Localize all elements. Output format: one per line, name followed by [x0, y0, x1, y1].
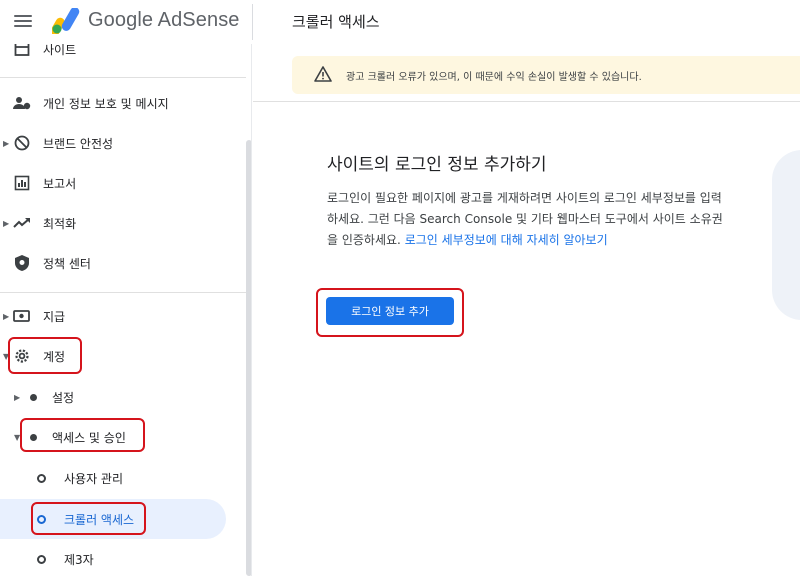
add-login-info-button[interactable]: 로그인 정보 추가 [326, 297, 454, 325]
sidebar-item-label: 정책 센터 [43, 256, 91, 271]
sidebar-item-payments[interactable]: ▶ 지급 [0, 296, 246, 336]
sidebar-item-label: 보고서 [43, 176, 77, 191]
sidebar-item-privacy[interactable]: 개인 정보 보호 및 메시지 [0, 83, 246, 123]
bar-chart-icon [13, 174, 31, 192]
highlight-box-account [8, 337, 82, 374]
sidebar-item-label: 제3자 [64, 552, 94, 567]
sidebar-scrollbar[interactable] [246, 140, 251, 576]
card-title: 사이트의 로그인 정보 추가하기 [327, 155, 547, 175]
trending-up-icon [13, 214, 31, 232]
warning-banner: 광고 크롤러 오류가 있으며, 이 때문에 수익 손실이 발생할 수 있습니다. [292, 56, 800, 94]
learn-more-link[interactable]: 로그인 세부정보에 대해 자세히 알아보기 [405, 233, 608, 247]
block-icon [13, 134, 31, 152]
brand-name: Google AdSense [88, 9, 240, 31]
content-divider [253, 101, 800, 102]
adsense-logo-icon [52, 8, 80, 34]
card-description: 로그인이 필요한 페이지에 광고를 게재하려면 사이트의 로그인 세부정보를 입… [327, 188, 727, 251]
payments-icon [13, 307, 31, 325]
highlight-box-access-auth [20, 418, 145, 452]
sidebar-item-optimization[interactable]: ▶ 최적화 [0, 203, 246, 243]
page-title: 크롤러 액세스 [292, 13, 380, 31]
sidebar-divider [0, 77, 246, 78]
bullet-ring-icon [37, 554, 46, 564]
sidebar-item-label: 최적화 [43, 216, 77, 231]
sidebar-item-label: 브랜드 안전성 [43, 136, 114, 151]
sidebar-item-sites[interactable]: 사이트 [0, 44, 246, 69]
bullet-ring-icon [37, 473, 46, 483]
warning-icon [314, 66, 332, 82]
sidebar-item-brand-safety[interactable]: ▶ 브랜드 안전성 [0, 123, 246, 163]
sidebar-item-label: 사이트 [43, 44, 77, 57]
expand-caret-icon[interactable]: ▶ [3, 312, 9, 321]
shield-icon [13, 254, 31, 272]
expand-caret-icon[interactable]: ▶ [3, 139, 9, 148]
bullet-icon [30, 393, 37, 401]
sidebar-item-label: 개인 정보 보호 및 메시지 [43, 96, 169, 111]
warning-text: 광고 크롤러 오류가 있으며, 이 때문에 수익 손실이 발생할 수 있습니다. [346, 72, 642, 83]
highlight-box-crawler-access [31, 502, 146, 535]
person-shield-icon [13, 94, 31, 112]
sidebar-item-policy-center[interactable]: 정책 센터 [0, 243, 246, 283]
decorative-illustration [772, 150, 800, 320]
hamburger-menu-icon[interactable] [14, 12, 32, 30]
site-icon [13, 44, 31, 58]
sidebar-item-third-party[interactable]: 제3자 [0, 539, 246, 576]
top-app-bar: Google AdSense 크롤러 액세스 [0, 0, 800, 44]
sidebar-item-reports[interactable]: 보고서 [0, 163, 246, 203]
header-divider [252, 4, 253, 40]
sidebar-item-label: 설정 [52, 390, 75, 405]
sidebar-item-settings[interactable]: ▶ 설정 [0, 377, 246, 417]
expand-caret-icon[interactable]: ▶ [14, 393, 20, 402]
sidebar: 사이트 개인 정보 보호 및 메시지 ▶ 브랜드 안전성 보고서 ▶ 최적화 정… [0, 44, 252, 576]
sidebar-item-label: 지급 [43, 309, 66, 324]
expand-caret-icon[interactable]: ▶ [3, 219, 9, 228]
sidebar-item-label: 사용자 관리 [64, 471, 124, 486]
sidebar-divider [0, 292, 246, 293]
sidebar-item-user-management[interactable]: 사용자 관리 [0, 458, 246, 498]
